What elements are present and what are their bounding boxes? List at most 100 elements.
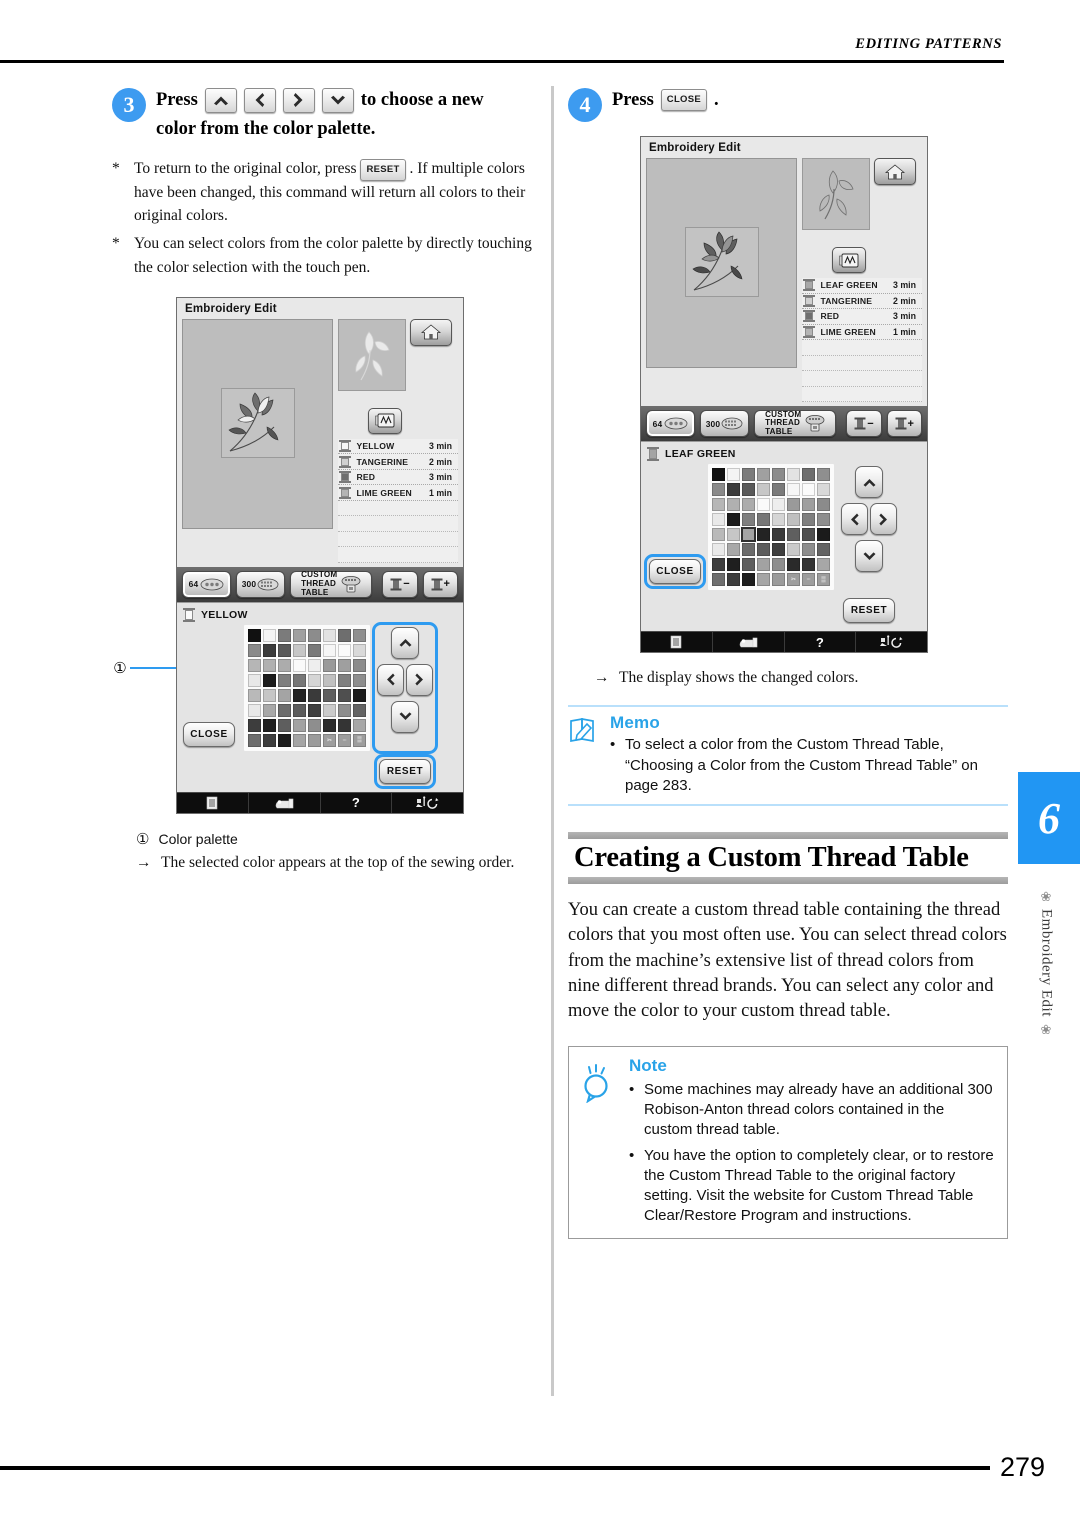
color-swatch[interactable] (757, 498, 770, 511)
pattern-icon[interactable]: ▒ (353, 733, 366, 747)
help-button[interactable]: ? (321, 792, 393, 813)
color-swatch[interactable] (248, 718, 261, 732)
color-swatch[interactable] (742, 558, 755, 571)
spool-plus-button[interactable]: + (886, 410, 923, 437)
palette-64-button[interactable]: 64 (646, 410, 695, 437)
palette-300-button[interactable]: 300 (700, 410, 749, 437)
color-swatch[interactable] (817, 468, 830, 481)
color-swatch[interactable] (772, 498, 785, 511)
color-swatch[interactable] (712, 513, 725, 526)
palette-down-button[interactable] (391, 700, 419, 733)
color-swatch[interactable] (323, 703, 336, 717)
color-swatch[interactable] (323, 658, 336, 672)
palette-up-button[interactable] (391, 626, 419, 659)
machine-settings-button[interactable] (249, 792, 321, 813)
color-swatch[interactable] (338, 643, 351, 657)
palette-up-button[interactable] (855, 466, 883, 498)
color-swatch[interactable] (757, 573, 770, 586)
color-swatch[interactable] (712, 543, 725, 556)
color-swatch[interactable] (263, 733, 276, 747)
color-swatch[interactable] (772, 468, 785, 481)
dashes-icon[interactable]: ┄ (338, 733, 351, 747)
color-swatch[interactable] (248, 733, 261, 747)
stitch-preview-button[interactable] (368, 407, 403, 434)
color-swatch[interactable] (248, 628, 261, 642)
color-swatch[interactable] (772, 483, 785, 496)
color-swatch[interactable] (278, 673, 291, 687)
color-swatch[interactable] (353, 703, 366, 717)
color-swatch[interactable] (772, 513, 785, 526)
color-swatch[interactable] (338, 703, 351, 717)
color-swatch[interactable] (338, 718, 351, 732)
table-row[interactable]: LIME GREEN 1 min (802, 325, 922, 340)
color-swatch[interactable] (263, 688, 276, 702)
scissors-icon[interactable]: ✂ (787, 573, 800, 586)
color-swatch[interactable] (278, 718, 291, 732)
needle-rotate-button[interactable] (392, 793, 463, 813)
color-swatch[interactable] (712, 528, 725, 541)
right-arrow-key-icon[interactable] (282, 87, 315, 113)
up-arrow-key-icon[interactable] (204, 87, 237, 113)
color-swatch[interactable] (308, 673, 321, 687)
design-canvas[interactable] (646, 158, 798, 368)
color-swatch[interactable] (278, 643, 291, 657)
color-swatch[interactable] (787, 468, 800, 481)
color-swatch[interactable] (338, 628, 351, 642)
color-swatch[interactable] (802, 558, 815, 571)
color-swatch[interactable] (727, 513, 740, 526)
reset-key-icon[interactable]: RESET (360, 158, 406, 181)
machine-settings-button[interactable] (713, 632, 785, 652)
dashes-icon[interactable]: ┄ (802, 573, 815, 586)
spool-plus-button[interactable]: + (422, 570, 459, 598)
table-row[interactable]: YELLOW 3 min (338, 439, 458, 455)
color-swatch[interactable] (742, 543, 755, 556)
color-swatch[interactable] (293, 733, 306, 747)
table-row[interactable]: TANGERINE 2 min (802, 294, 922, 309)
color-swatch[interactable] (338, 673, 351, 687)
color-swatch[interactable] (802, 543, 815, 556)
color-swatch[interactable] (323, 688, 336, 702)
color-swatch[interactable] (263, 718, 276, 732)
color-swatch[interactable] (308, 688, 321, 702)
color-swatch[interactable] (712, 483, 725, 496)
color-swatch[interactable] (353, 658, 366, 672)
color-swatch[interactable] (248, 643, 261, 657)
color-swatch[interactable] (278, 703, 291, 717)
color-swatch[interactable] (787, 513, 800, 526)
color-swatch[interactable] (742, 483, 755, 496)
reset-button[interactable]: RESET (843, 598, 895, 623)
down-arrow-key-icon[interactable] (321, 87, 354, 113)
close-key-icon[interactable]: CLOSE (660, 89, 708, 112)
color-swatch[interactable] (772, 543, 785, 556)
sewing-order-list[interactable]: YELLOW 3 min TANGERINE 2 min RED 3 min L… (338, 438, 458, 563)
color-swatch[interactable] (772, 528, 785, 541)
color-swatch[interactable] (787, 543, 800, 556)
table-row[interactable]: LIME GREEN 1 min (338, 485, 458, 501)
stitch-preview-button[interactable] (832, 247, 867, 273)
left-arrow-key-icon[interactable] (243, 87, 276, 113)
color-swatch[interactable] (263, 673, 276, 687)
help-button[interactable]: ? (785, 632, 857, 652)
color-swatch[interactable] (308, 703, 321, 717)
home-button[interactable] (874, 158, 917, 185)
color-swatch[interactable] (772, 558, 785, 571)
table-row[interactable]: RED 3 min (338, 470, 458, 486)
color-swatch[interactable] (323, 673, 336, 687)
custom-thread-table-button[interactable]: CUSTOM THREAD TABLE (754, 410, 837, 437)
color-swatch[interactable] (263, 628, 276, 642)
color-swatch[interactable] (353, 718, 366, 732)
color-swatch[interactable] (308, 643, 321, 657)
design-canvas[interactable] (182, 318, 334, 529)
color-swatch[interactable] (323, 643, 336, 657)
color-swatch[interactable] (787, 528, 800, 541)
palette-64-button[interactable]: 64 (182, 570, 231, 598)
color-swatch[interactable] (278, 658, 291, 672)
color-swatch[interactable] (817, 498, 830, 511)
spool-minus-button[interactable]: − (382, 570, 418, 598)
color-swatch[interactable] (353, 643, 366, 657)
color-palette-grid[interactable]: ✂ ┄ ▒ (248, 628, 366, 747)
color-swatch[interactable] (338, 688, 351, 702)
sewing-order-list[interactable]: LEAF GREEN 3 min TANGERINE 2 min RED 3 m… (802, 278, 922, 402)
color-swatch[interactable] (293, 703, 306, 717)
color-swatch[interactable] (742, 573, 755, 586)
